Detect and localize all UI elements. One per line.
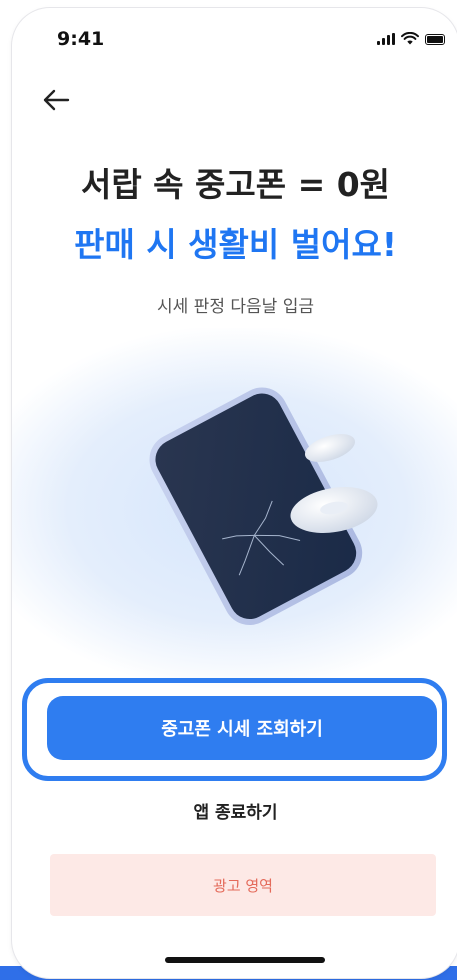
headline-line1: 서랍 속 중고폰 = 0원 (80, 165, 391, 204)
subtitle: 시세 판정 다음날 입금 (157, 297, 314, 317)
status-icons (377, 32, 445, 45)
battery-icon (425, 34, 445, 45)
check-price-button[interactable]: 중고폰 시세 조회하기 (47, 696, 437, 760)
wifi-icon (401, 32, 419, 45)
phone-screen: 9:41 서랍 속 중고폰 = 0원 판매 시 생활비 벌어요! 시세 판정 다… (12, 8, 457, 978)
exit-app-link[interactable]: 앱 종료하기 (12, 798, 457, 823)
back-arrow-icon[interactable] (38, 82, 74, 118)
status-bar: 9:41 (12, 8, 457, 68)
ad-placeholder: 광고 영역 (50, 854, 436, 916)
status-time: 9:41 (57, 28, 105, 50)
headline-line2: 판매 시 생활비 벌어요! (74, 225, 397, 264)
cracked-phone-illustration (149, 387, 378, 626)
signal-icon (377, 33, 395, 45)
home-indicator (165, 957, 325, 963)
